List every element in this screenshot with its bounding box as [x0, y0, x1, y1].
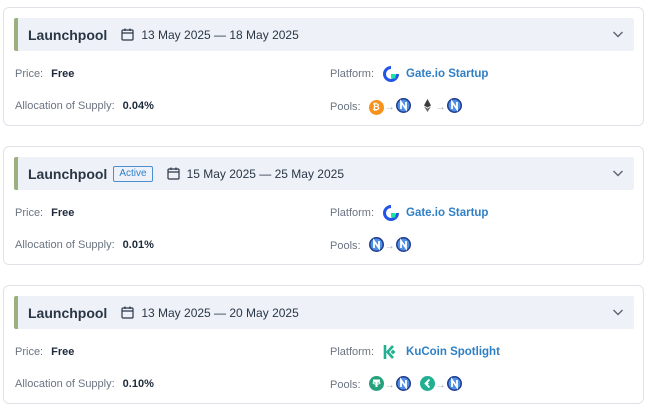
price-row: Price: Free: [15, 68, 74, 80]
pools-row: Pools: →: [330, 237, 420, 255]
bitcoin-icon: ₿: [368, 99, 384, 115]
date-range: 13 May 2025 — 20 May 2025: [141, 305, 299, 320]
arrow-right-icon: →: [384, 240, 395, 252]
date-range: 13 May 2025 — 18 May 2025: [141, 27, 299, 42]
launchpool-card: Launchpool 13 May 2025 — 20 May 2025 Pri…: [3, 285, 644, 404]
calendar-icon: [121, 28, 134, 41]
launchpool-card: Launchpool 13 May 2025 — 18 May 2025 Pri…: [3, 7, 644, 126]
calendar-icon: [121, 306, 134, 319]
pools-label: Pools:: [330, 240, 361, 252]
date-range: 15 May 2025 — 25 May 2025: [186, 166, 344, 181]
arrow-right-icon: →: [435, 101, 446, 113]
platform-row: Platform: KuCoin Spotlight: [330, 343, 500, 361]
price-value: Free: [51, 68, 75, 80]
platform-row: Platform: Gate.io Startup: [330, 204, 488, 222]
card-title: Launchpool: [28, 26, 108, 43]
nexus-token-icon: [395, 98, 411, 116]
pools-list: →: [368, 237, 420, 255]
pools-list: → →: [368, 376, 471, 394]
platform-label: Platform:: [330, 68, 375, 80]
chevron-down-icon[interactable]: [612, 306, 624, 318]
allocation-value: 0.04%: [122, 100, 154, 112]
platform-link[interactable]: KuCoin Spotlight: [406, 346, 500, 358]
arrow-right-icon: →: [384, 379, 395, 391]
price-label: Price:: [15, 207, 44, 219]
pool-pair: →: [368, 237, 411, 255]
platform-label: Platform:: [330, 207, 375, 219]
allocation-label: Allocation of Supply:: [15, 239, 115, 251]
pool-pair: →: [419, 376, 462, 394]
chevron-down-icon[interactable]: [612, 28, 624, 40]
card-title: Launchpool: [28, 304, 108, 321]
price-row: Price: Free: [15, 207, 74, 219]
price-label: Price:: [15, 68, 44, 80]
arrow-right-icon: →: [384, 101, 395, 113]
ethereum-icon: [420, 98, 435, 116]
nexus-token-icon: [368, 237, 384, 255]
card-header-toggle[interactable]: Launchpool 13 May 2025 — 18 May 2025: [14, 18, 634, 51]
price-label: Price:: [15, 346, 44, 358]
allocation-label: Allocation of Supply:: [15, 100, 115, 112]
nexus-token-icon: [446, 376, 462, 394]
gateio-logo-icon: [382, 204, 400, 222]
gateio-logo-icon: [382, 65, 400, 83]
card-header-toggle[interactable]: Launchpool 13 May 2025 — 20 May 2025: [14, 296, 634, 329]
status-badge: Active: [113, 165, 153, 182]
pools-row: Pools: ₿ → →: [330, 98, 471, 116]
platform-row: Platform: Gate.io Startup: [330, 65, 488, 83]
platform-label: Platform:: [330, 346, 375, 358]
platform-link[interactable]: Gate.io Startup: [406, 207, 488, 219]
nexus-token-icon: [446, 98, 462, 116]
pool-pair: →: [420, 98, 462, 116]
allocation-row: Allocation of Supply: 0.10%: [15, 378, 154, 390]
pools-row: Pools: → →: [330, 376, 471, 394]
card-header-toggle[interactable]: Launchpool Active 15 May 2025 — 25 May 2…: [14, 157, 634, 190]
chevron-down-icon[interactable]: [612, 167, 624, 179]
allocation-value: 0.01%: [122, 239, 154, 251]
launchpool-list: Launchpool 13 May 2025 — 18 May 2025 Pri…: [0, 0, 651, 414]
allocation-row: Allocation of Supply: 0.01%: [15, 239, 154, 251]
pools-label: Pools:: [330, 101, 361, 113]
pool-pair: →: [368, 376, 411, 394]
kucoin-token-icon: [419, 376, 435, 394]
platform-link[interactable]: Gate.io Startup: [406, 68, 488, 80]
allocation-label: Allocation of Supply:: [15, 378, 115, 390]
pool-pair: ₿ →: [368, 98, 411, 116]
price-value: Free: [51, 207, 75, 219]
allocation-value: 0.10%: [122, 378, 154, 390]
allocation-row: Allocation of Supply: 0.04%: [15, 100, 154, 112]
card-title: Launchpool: [28, 165, 108, 182]
kucoin-logo-icon: [382, 343, 400, 361]
nexus-token-icon: [395, 376, 411, 394]
pools-list: ₿ → →: [368, 98, 471, 116]
launchpool-card: Launchpool Active 15 May 2025 — 25 May 2…: [3, 146, 644, 265]
price-value: Free: [51, 346, 75, 358]
nexus-token-icon: [395, 237, 411, 255]
calendar-icon: [166, 167, 180, 180]
arrow-right-icon: →: [435, 379, 446, 391]
tether-icon: [368, 376, 384, 394]
price-row: Price: Free: [15, 346, 74, 358]
pools-label: Pools:: [330, 379, 361, 391]
